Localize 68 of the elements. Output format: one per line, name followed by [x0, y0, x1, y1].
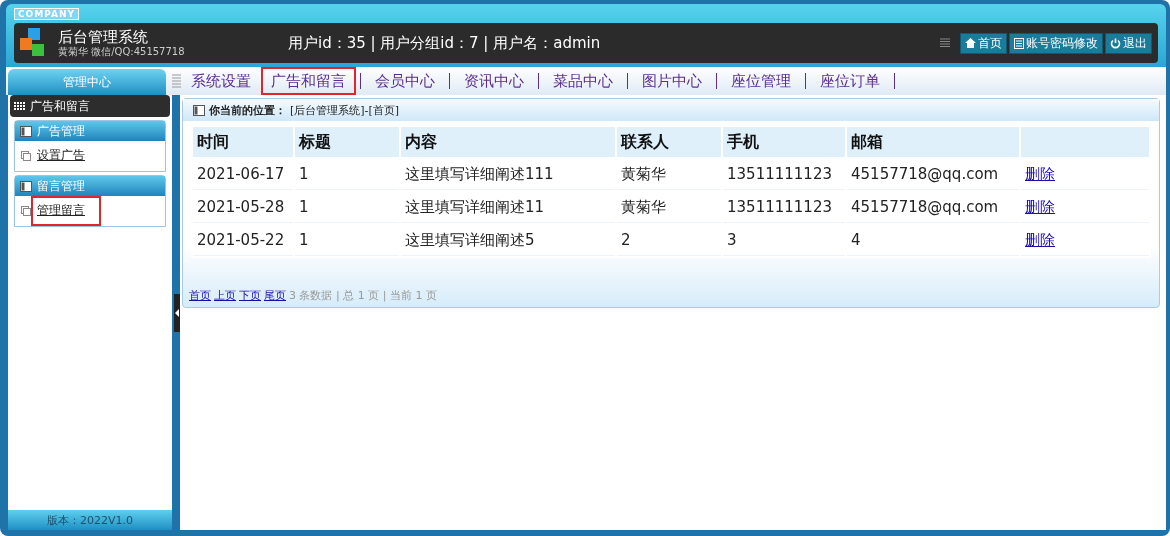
sidebar-link[interactable]: 管理留言 [31, 196, 101, 226]
pager-summary: 3 条数据 | 总 1 页 | 当前 1 页 [289, 288, 437, 303]
collapse-handle-icon[interactable] [174, 293, 180, 332]
table-cell: 这里填写详细阐述5 [401, 225, 615, 256]
lines-icon [940, 38, 950, 48]
account-button[interactable]: 账号密码修改 [1009, 32, 1103, 54]
sidebar-link[interactable]: 设置广告 [31, 141, 101, 171]
company-badge: COMPANY [14, 8, 79, 20]
table-cell: 3 [723, 225, 845, 256]
breadcrumb-path: [后台管理系统]-[首页] [290, 102, 400, 118]
table-cell: 13511111123 [723, 159, 845, 190]
column-header: 标题 [295, 127, 399, 157]
version-text: 版本：2022V1.0 [47, 512, 133, 528]
table-cell: 2021-05-22 [193, 225, 293, 256]
lines-icon [172, 74, 181, 88]
breadcrumb-label: 你当前的位置： [209, 102, 286, 118]
author-contact: 黄菊华 微信/QQ:45157718 [58, 45, 186, 58]
nav-link[interactable]: 图片中心 [632, 67, 712, 95]
nav-link[interactable]: 资讯中心 [454, 67, 534, 95]
group-title: 留言管理 [37, 177, 85, 195]
table-cell: 2021-05-28 [193, 192, 293, 223]
column-header: 邮箱 [847, 127, 1019, 157]
table-cell: 2 [617, 225, 721, 256]
table-cell: 45157718@qq.com [847, 159, 1019, 190]
panel-icon [20, 180, 32, 192]
delete-link[interactable]: 删除 [1025, 230, 1055, 249]
logout-button[interactable]: 退出 [1105, 32, 1152, 54]
table-cell: 45157718@qq.com [847, 192, 1019, 223]
sidebar-title: 管理中心 [63, 73, 111, 91]
user-info: 用户id：35 | 用户分组id：7 | 用户名：admin [288, 33, 602, 53]
system-title: 后台管理系统 [58, 28, 149, 46]
group-title: 广告管理 [37, 122, 85, 140]
table-cell: 1 [295, 159, 399, 190]
panel-icon [20, 125, 32, 137]
table-cell: 1 [295, 225, 399, 256]
home-button[interactable]: 首页 [960, 32, 1007, 54]
column-header: 手机 [723, 127, 845, 157]
table-cell: 这里填写详细阐述11 [401, 192, 615, 223]
table-cell: 黄菊华 [617, 192, 721, 223]
pager-link[interactable]: 首页 [189, 288, 211, 303]
grid-icon [14, 101, 26, 111]
delete-link[interactable]: 删除 [1025, 197, 1055, 216]
nav-link[interactable]: 广告和留言 [261, 67, 356, 95]
nav-link[interactable]: 系统设置 [181, 67, 261, 95]
table-cell: 黄菊华 [617, 159, 721, 190]
panel-icon [193, 104, 205, 116]
nav-link[interactable]: 菜品中心 [543, 67, 623, 95]
pager-link[interactable]: 下页 [239, 288, 261, 303]
pager-link[interactable]: 上页 [214, 288, 236, 303]
column-header: 时间 [193, 127, 293, 157]
table-cell: 4 [847, 225, 1019, 256]
power-icon [1110, 37, 1121, 49]
table-cell: 1 [295, 192, 399, 223]
list-icon [1014, 37, 1024, 49]
document-icon [21, 206, 31, 216]
nav-link[interactable]: 会员中心 [365, 67, 445, 95]
delete-link[interactable]: 删除 [1025, 164, 1055, 183]
nav-link[interactable]: 座位订单 [810, 67, 890, 95]
pager-link[interactable]: 尾页 [264, 288, 286, 303]
column-header: 联系人 [617, 127, 721, 157]
table-cell: 2021-06-17 [193, 159, 293, 190]
home-icon [965, 38, 976, 48]
table-cell: 13511111123 [723, 192, 845, 223]
document-icon [21, 151, 31, 161]
column-header: 内容 [401, 127, 615, 157]
section-title: 广告和留言 [30, 97, 90, 115]
table-cell: 这里填写详细阐述111 [401, 159, 615, 190]
nav-link[interactable]: 座位管理 [721, 67, 801, 95]
